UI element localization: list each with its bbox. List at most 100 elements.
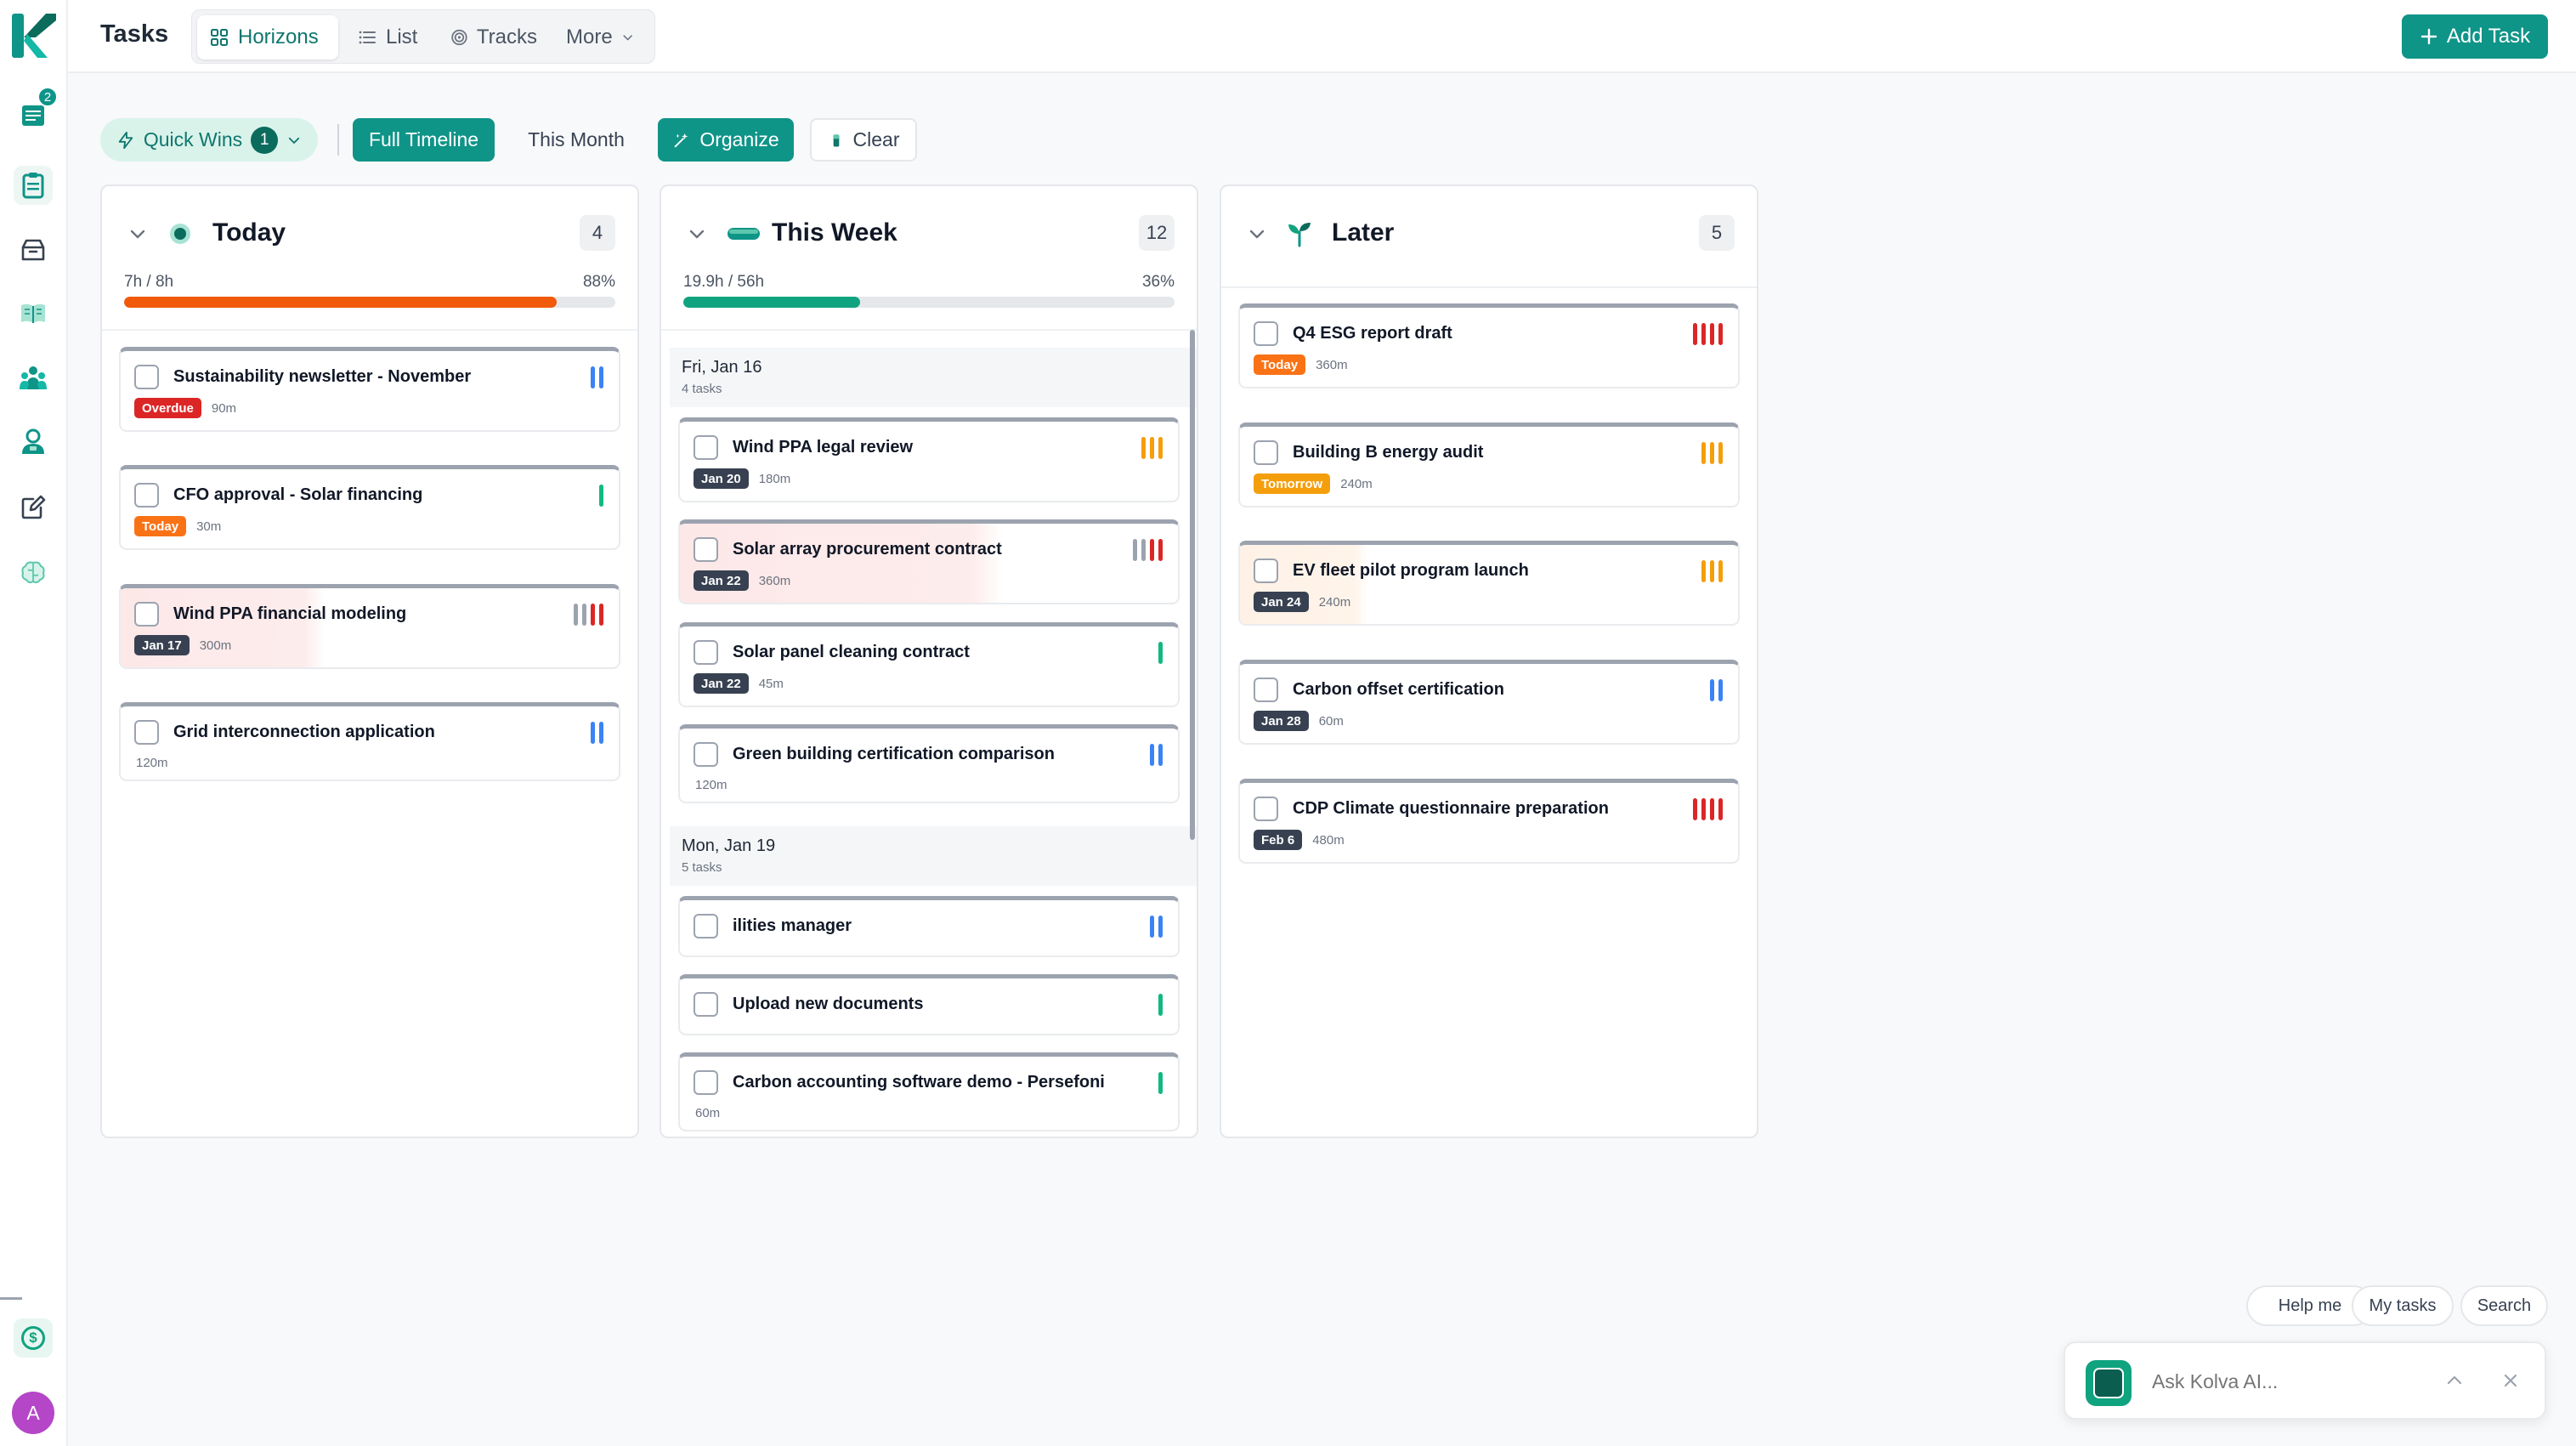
task-checkbox[interactable] xyxy=(694,914,718,938)
task-checkbox[interactable] xyxy=(694,640,718,665)
task-checkbox[interactable] xyxy=(1254,797,1278,821)
task-checkbox[interactable] xyxy=(134,720,159,745)
task-duration: 240m xyxy=(1318,594,1351,610)
priority-bar xyxy=(599,604,603,626)
tab-more[interactable]: More xyxy=(554,15,646,60)
sidebar-item-tasks[interactable] xyxy=(14,166,53,205)
date-group-header: Fri, Jan 16 4 tasks xyxy=(670,348,1197,407)
task-checkbox[interactable] xyxy=(1254,440,1278,465)
priority-indicator xyxy=(1141,437,1163,459)
task-card[interactable]: CDP Climate questionnaire preparation Fe… xyxy=(1238,779,1740,864)
task-checkbox[interactable] xyxy=(1254,321,1278,346)
sidebar-item-archive[interactable] xyxy=(14,230,53,269)
task-checkbox[interactable] xyxy=(694,1070,718,1095)
task-title: Wind PPA financial modeling xyxy=(173,604,407,623)
sidebar-item-notes[interactable] xyxy=(14,487,53,526)
sidebar-item-insights[interactable] xyxy=(14,553,53,592)
task-checkbox[interactable] xyxy=(134,483,159,508)
task-title: ilities manager xyxy=(733,916,852,935)
task-duration: 360m xyxy=(758,573,791,588)
view-tabs: Horizons List Tracks More xyxy=(191,9,655,64)
expand-up-icon[interactable] xyxy=(2444,1370,2465,1391)
capacity-percent: 36% xyxy=(1141,273,1175,291)
task-card[interactable]: Carbon offset certification Jan 28 60m xyxy=(1238,660,1740,745)
priority-indicator xyxy=(1150,916,1163,938)
priority-indicator xyxy=(574,604,603,626)
column-scrollbar[interactable] xyxy=(1190,330,1195,840)
task-checkbox[interactable] xyxy=(134,602,159,627)
priority-bar xyxy=(1693,323,1697,345)
task-card[interactable]: Green building certification comparison … xyxy=(678,724,1180,803)
task-meta: Overdue 90m xyxy=(134,398,236,418)
organize-button[interactable]: Organize xyxy=(658,118,794,162)
target-dot-icon xyxy=(170,224,190,244)
task-card[interactable]: Grid interconnection application 120m xyxy=(119,702,620,781)
quick-wins-filter[interactable]: Quick Wins 1 xyxy=(100,118,318,162)
priority-bar xyxy=(1158,1072,1163,1094)
task-card[interactable]: Building B energy audit Tomorrow 240m xyxy=(1238,422,1740,508)
task-checkbox[interactable] xyxy=(134,365,159,389)
priority-bar xyxy=(1150,539,1154,561)
due-badge: Jan 24 xyxy=(1254,592,1309,612)
avatar[interactable]: A xyxy=(12,1392,54,1434)
task-card[interactable]: ilities manager xyxy=(678,896,1180,957)
due-badge: Jan 22 xyxy=(694,673,749,694)
sidebar-item-library[interactable] xyxy=(14,293,53,332)
task-duration: 180m xyxy=(758,471,791,486)
sidebar-item-team[interactable] xyxy=(14,359,53,398)
collapse-chevron-icon[interactable] xyxy=(1247,224,1267,244)
tab-horizons[interactable]: Horizons xyxy=(197,15,338,60)
app-logo-icon[interactable] xyxy=(10,12,56,60)
task-card[interactable]: Q4 ESG report draft Today 360m xyxy=(1238,303,1740,388)
overdue-highlight xyxy=(121,588,325,667)
my-tasks-chip[interactable]: My tasks xyxy=(2352,1285,2454,1326)
column-header: This Week 12 19.9h / 56h 36% xyxy=(661,186,1197,308)
task-card[interactable]: Solar panel cleaning contract Jan 22 45m xyxy=(678,622,1180,707)
task-checkbox[interactable] xyxy=(694,992,718,1017)
full-timeline-button[interactable]: Full Timeline xyxy=(353,118,495,162)
sidebar-item-inbox[interactable]: 2 xyxy=(14,87,58,134)
task-checkbox[interactable] xyxy=(694,435,718,460)
search-chip[interactable]: Search xyxy=(2460,1285,2548,1326)
tab-list[interactable]: List xyxy=(345,15,430,60)
collapse-chevron-icon[interactable] xyxy=(687,224,707,244)
task-card[interactable]: Wind PPA legal review Jan 20 180m xyxy=(678,417,1180,502)
task-card[interactable]: Sustainability newsletter - November Ove… xyxy=(119,347,620,432)
add-task-button[interactable]: Add Task xyxy=(2402,14,2548,59)
task-checkbox[interactable] xyxy=(694,537,718,562)
task-card[interactable]: Carbon accounting software demo - Persef… xyxy=(678,1052,1180,1131)
task-card[interactable]: EV fleet pilot program launch Jan 24 240… xyxy=(1238,541,1740,626)
task-checkbox[interactable] xyxy=(1254,559,1278,583)
organize-label: Organize xyxy=(699,128,779,150)
task-title: CDP Climate questionnaire preparation xyxy=(1293,799,1609,818)
capacity-bar-fill xyxy=(683,297,861,308)
ask-ai-input[interactable] xyxy=(2152,1370,2424,1393)
close-icon[interactable] xyxy=(2500,1370,2521,1391)
top-bar: Tasks Horizons List Tracks More Add Task xyxy=(68,0,2576,73)
priority-bar xyxy=(1158,994,1163,1016)
task-card[interactable]: Wind PPA financial modeling Jan 17 300m xyxy=(119,584,620,669)
task-card[interactable]: Solar array procurement contract Jan 22 … xyxy=(678,519,1180,604)
tab-label: List xyxy=(386,26,418,48)
priority-bar xyxy=(591,604,595,626)
task-title: Carbon offset certification xyxy=(1293,680,1504,699)
priority-bar xyxy=(582,604,586,626)
sidebar: 2 $ A xyxy=(0,0,68,1446)
priority-indicator xyxy=(1701,560,1723,582)
priority-indicator xyxy=(1158,994,1163,1016)
clear-button[interactable]: Clear xyxy=(810,118,917,162)
clipboard-icon xyxy=(22,173,44,199)
task-duration: 90m xyxy=(211,400,237,416)
task-meta: Tomorrow 240m xyxy=(1254,473,1373,494)
task-checkbox[interactable] xyxy=(694,742,718,767)
tab-tracks[interactable]: Tracks xyxy=(439,15,549,60)
this-month-button[interactable]: This Month xyxy=(509,118,643,162)
collapse-chevron-icon[interactable] xyxy=(127,224,148,244)
sidebar-item-profile[interactable] xyxy=(14,422,53,462)
lightning-icon xyxy=(118,131,133,149)
task-card[interactable]: CFO approval - Solar financing Today 30m xyxy=(119,465,620,550)
task-checkbox[interactable] xyxy=(1254,678,1278,702)
column-divider xyxy=(661,329,1197,331)
task-card[interactable]: Upload new documents xyxy=(678,974,1180,1035)
sidebar-item-billing[interactable]: $ xyxy=(14,1318,53,1358)
